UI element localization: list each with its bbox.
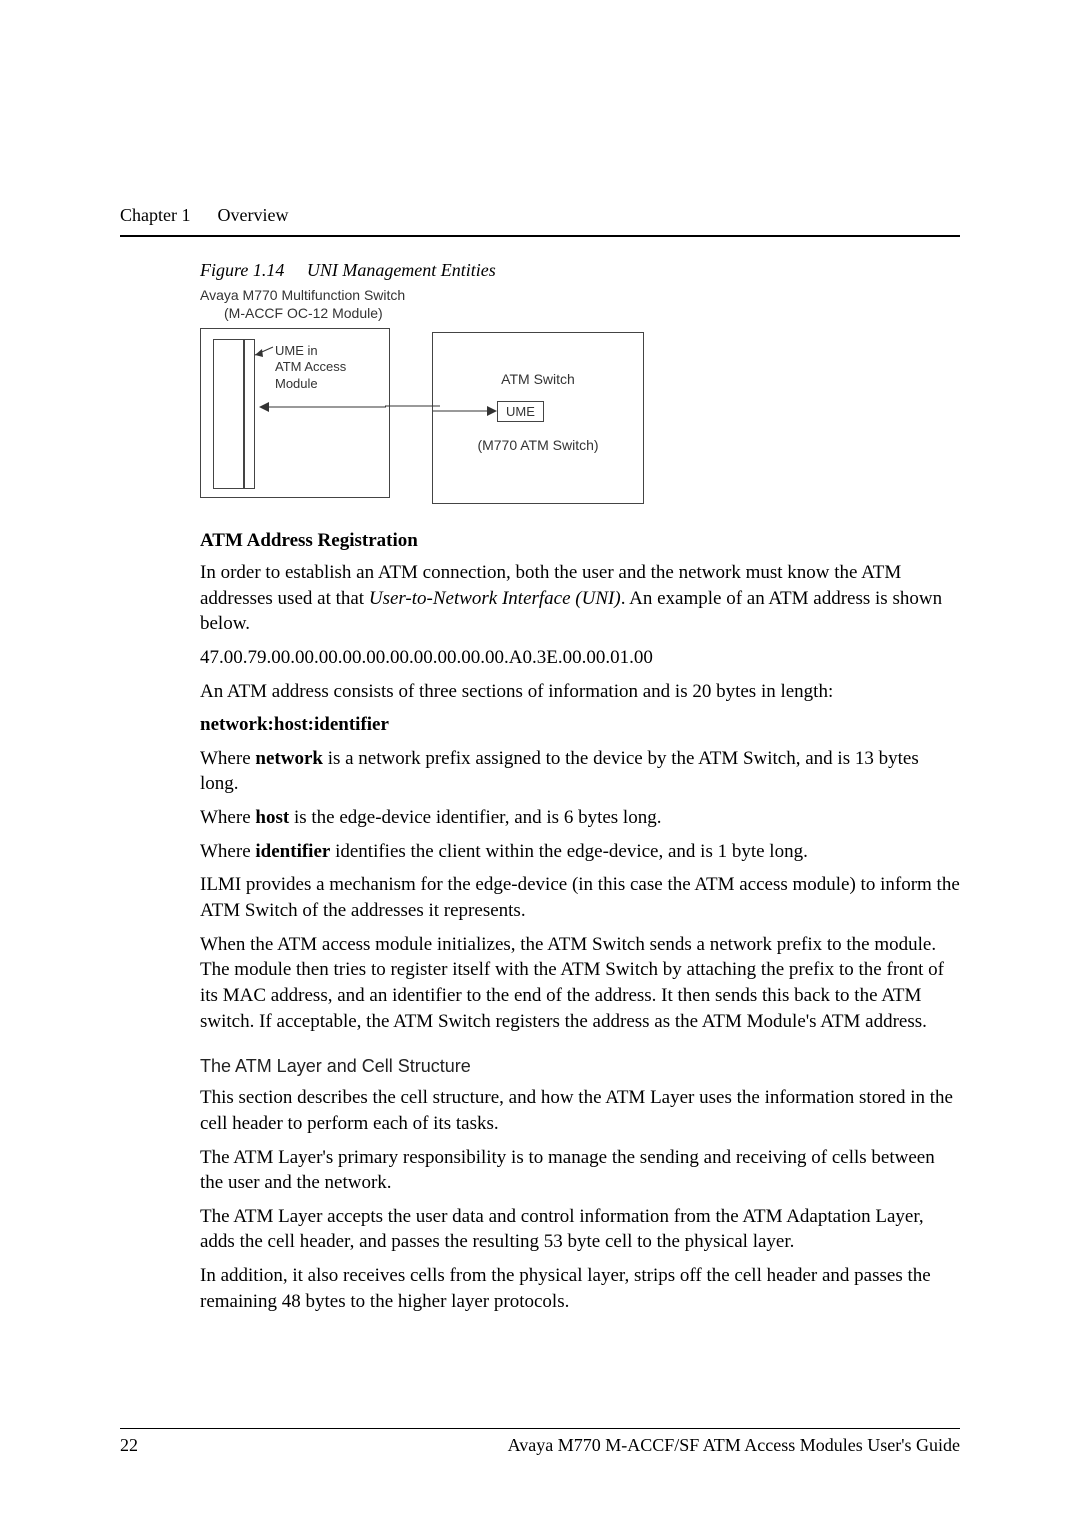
diagram-right-sub: (M770 ATM Switch) bbox=[433, 437, 643, 453]
diagram-right-ume: UME bbox=[497, 401, 544, 422]
diagram-left-l3: Module bbox=[275, 376, 346, 392]
text-bold-identifier: identifier bbox=[255, 841, 330, 862]
paragraph: In order to establish an ATM connection,… bbox=[200, 560, 960, 637]
text: Where bbox=[200, 807, 255, 828]
header-rule bbox=[120, 235, 960, 237]
nhi-label: network:host:identifier bbox=[200, 712, 960, 738]
text: Where bbox=[200, 841, 255, 862]
figure-top-label: Avaya M770 Multifunction Switch (M-ACCF … bbox=[200, 287, 960, 322]
paragraph: ILMI provides a mechanism for the edge-d… bbox=[200, 872, 960, 923]
section-heading-atm-address: ATM Address Registration bbox=[200, 530, 960, 552]
diagram-left-l2: ATM Access bbox=[275, 359, 346, 375]
paragraph: This section describes the cell structur… bbox=[200, 1085, 960, 1136]
text: identifies the client within the edge-de… bbox=[330, 841, 808, 862]
figure-caption: Figure 1.14 UNI Management Entities bbox=[200, 260, 960, 281]
section-heading-atm-layer: The ATM Layer and Cell Structure bbox=[200, 1056, 960, 1077]
text: Where bbox=[200, 748, 255, 769]
paragraph: The ATM Layer's primary responsibility i… bbox=[200, 1145, 960, 1196]
header-title: Overview bbox=[217, 205, 288, 225]
atm-address-example: 47.00.79.00.00.00.00.00.00.00.00.00.00.A… bbox=[200, 645, 960, 671]
paragraph: Where host is the edge-device identifier… bbox=[200, 805, 960, 831]
text-bold-host: host bbox=[255, 807, 289, 828]
figure-top-line1: Avaya M770 Multifunction Switch bbox=[200, 287, 960, 305]
diagram-right-title: ATM Switch bbox=[433, 371, 643, 387]
page-header: Chapter 1 Overview bbox=[120, 205, 960, 226]
paragraph: In addition, it also receives cells from… bbox=[200, 1263, 960, 1314]
page-footer: 22 Avaya M770 M-ACCF/SF ATM Access Modul… bbox=[120, 1428, 960, 1456]
diagram-left-slot bbox=[243, 339, 255, 489]
paragraph: Where identifier identifies the client w… bbox=[200, 839, 960, 865]
footer-guide-title: Avaya M770 M-ACCF/SF ATM Access Modules … bbox=[508, 1435, 960, 1456]
diagram-left-box: UME in ATM Access Module bbox=[200, 328, 390, 498]
diagram-left-inner bbox=[213, 339, 245, 489]
diagram-left-label: UME in ATM Access Module bbox=[275, 343, 346, 392]
figure-number: Figure 1.14 bbox=[200, 260, 284, 280]
diagram-right-box: ATM Switch UME (M770 ATM Switch) bbox=[432, 332, 644, 504]
text-bold-network: network bbox=[255, 748, 323, 769]
figure-title: UNI Management Entities bbox=[307, 260, 496, 280]
figure-diagram: UME in ATM Access Module ATM Switch UME … bbox=[200, 328, 960, 504]
text-italic-uni: User-to-Network Interface (UNI) bbox=[369, 588, 621, 609]
diagram-left-l1: UME in bbox=[275, 343, 346, 359]
paragraph: The ATM Layer accepts the user data and … bbox=[200, 1204, 960, 1255]
header-chapter: Chapter 1 bbox=[120, 205, 190, 225]
figure-top-line2: (M-ACCF OC-12 Module) bbox=[200, 305, 960, 323]
page-number: 22 bbox=[120, 1435, 138, 1456]
paragraph: An ATM address consists of three section… bbox=[200, 679, 960, 705]
paragraph: Where network is a network prefix assign… bbox=[200, 746, 960, 797]
paragraph: When the ATM access module initializes, … bbox=[200, 932, 960, 1035]
text: is the edge-device identifier, and is 6 … bbox=[289, 807, 661, 828]
